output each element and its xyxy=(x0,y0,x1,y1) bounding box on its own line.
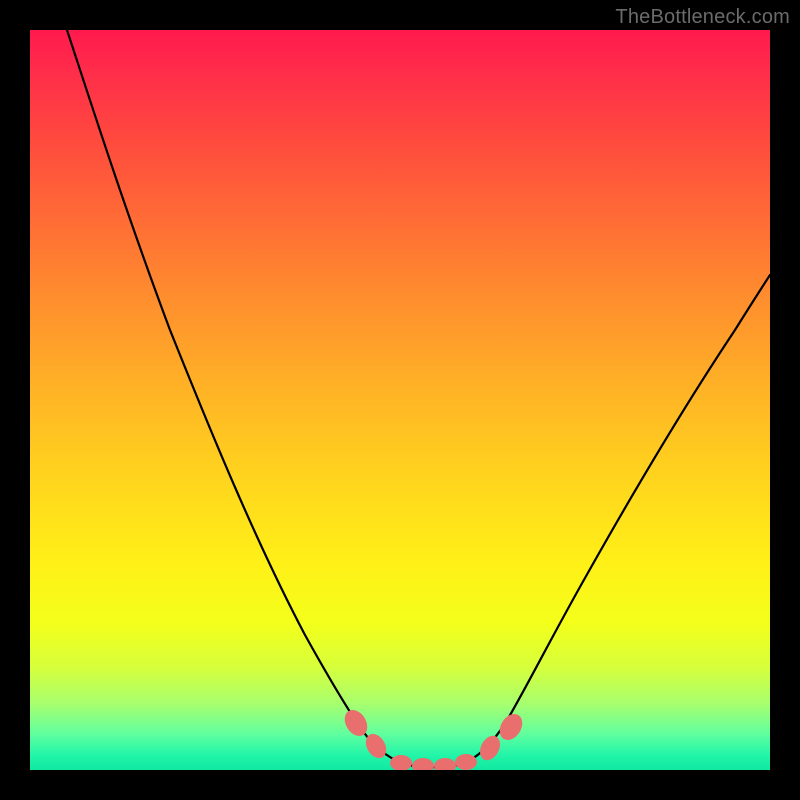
marker-bottom-1 xyxy=(390,755,412,770)
plot-area xyxy=(30,30,770,770)
chart-frame: TheBottleneck.com xyxy=(0,0,800,800)
bottleneck-curve xyxy=(67,30,770,767)
curve-layer xyxy=(30,30,770,770)
marker-bottom-4 xyxy=(455,754,477,770)
marker-bottom-3 xyxy=(434,758,456,770)
watermark-text: TheBottleneck.com xyxy=(615,6,790,29)
marker-right-lower xyxy=(476,732,504,763)
marker-bottom-2 xyxy=(412,758,434,770)
marker-right-upper xyxy=(495,710,527,744)
